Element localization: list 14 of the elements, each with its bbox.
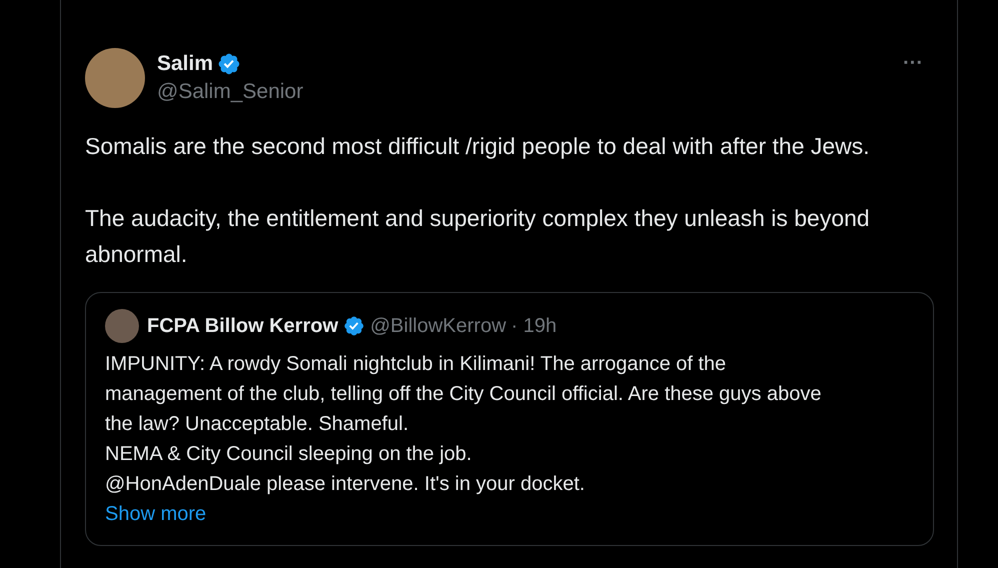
author-name[interactable]: Salim — [157, 52, 214, 76]
quoted-post-text: NEMA & City Council sleeping on the job. — [105, 442, 473, 467]
author-name[interactable]: FCPA Billow Kerrow — [147, 314, 338, 338]
post-text: Somalis are the second most difficult /rigid people to deal with after the Jews. — [85, 132, 871, 161]
post-text: The audacity, the entitlement and superiority complex they unleash is beyond abnormal. — [85, 204, 871, 269]
author-handle[interactable]: @Salim_Senior — [157, 80, 882, 104]
quoted-post-card[interactable] — [85, 292, 934, 546]
show-more-link[interactable]: Show more — [105, 499, 206, 529]
quoted-post-text: @HonAdenDuale please intervene. It's in your docket. — [105, 472, 586, 497]
post-time: · 19h — [511, 314, 557, 338]
author-handle[interactable]: @BillowKerrow — [370, 314, 506, 338]
quoted-post-text: IMPUNITY: A rowdy Somali nightclub in Kilimani! The arrogance of the management of the club, telling off the City Council official. Are these guys above the law? Unacceptable. Shameful. — [105, 352, 822, 437]
more-options-button[interactable]: ··· — [893, 52, 933, 74]
avatar-photo-placeholder[interactable] — [105, 309, 139, 343]
